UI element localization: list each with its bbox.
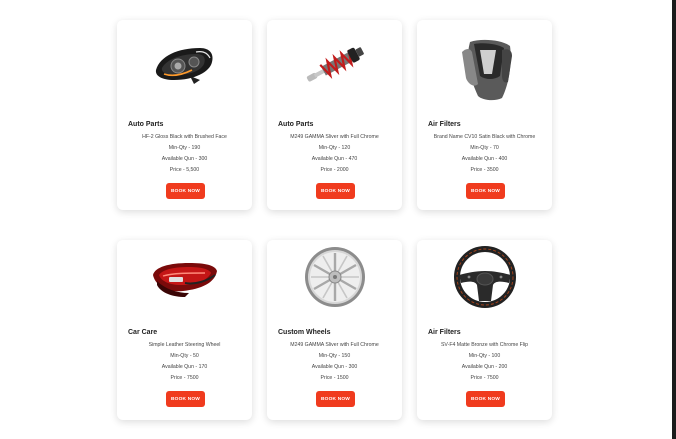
product-category: Air Filters <box>428 329 461 336</box>
window-edge <box>672 0 676 439</box>
product-min-qty: Min-Qty - 50 <box>170 353 199 359</box>
product-min-qty: Min-Qty - 70 <box>470 145 499 151</box>
headlight-icon <box>155 48 212 84</box>
product-available: Available Qun - 200 <box>461 364 508 370</box>
product-card: Custom Wheels M249 GAMMA Sliver with Ful… <box>267 240 402 420</box>
product-category: Air Filters <box>428 121 461 128</box>
product-price: Price - 7500 <box>470 375 499 381</box>
product-grid: Auto Parts HF-2 Gloss Black with Brushed… <box>117 20 552 420</box>
product-category: Custom Wheels <box>278 329 331 336</box>
product-name: Brand Name CV10 Satin Black with Chrome <box>433 134 536 140</box>
product-card: Air Filters SV-F4 Matte Bronze with Chro… <box>417 240 552 420</box>
product-image <box>417 244 552 310</box>
product-name: SV-F4 Matte Bronze with Chrome Flip <box>440 342 529 348</box>
product-price: Price - 2000 <box>320 167 349 173</box>
product-category: Car Care <box>128 329 158 336</box>
product-category: Auto Parts <box>278 121 314 128</box>
product-price: Price - 1500 <box>320 375 349 381</box>
product-image <box>417 34 552 106</box>
product-card: Auto Parts HF-2 Gloss Black with Brushed… <box>117 20 252 210</box>
book-now-button[interactable]: BOOK NOW <box>466 391 505 407</box>
product-image <box>267 244 402 310</box>
book-now-button[interactable]: BOOK NOW <box>466 183 505 199</box>
product-available: Available Qun - 170 <box>161 364 208 370</box>
product-name: Simple Leather Steering Wheel <box>148 342 221 348</box>
shock-absorber-icon <box>306 47 364 82</box>
hood-scoop-icon <box>461 39 512 101</box>
book-now-button[interactable]: BOOK NOW <box>316 183 355 199</box>
product-available: Available Qun - 300 <box>161 156 208 162</box>
product-available: Available Qun - 470 <box>311 156 358 162</box>
product-min-qty: Min-Qty - 190 <box>168 145 201 151</box>
steering-wheel-icon <box>453 246 516 308</box>
product-price: Price - 5,500 <box>169 167 200 173</box>
product-image <box>117 32 252 98</box>
product-available: Available Qun - 300 <box>311 364 358 370</box>
product-min-qty: Min-Qty - 100 <box>468 353 501 359</box>
product-image <box>267 32 402 98</box>
tail-light-icon <box>152 263 217 297</box>
product-card: Car Care Simple Leather Steering Wheel M… <box>117 240 252 420</box>
product-price: Price - 7500 <box>170 375 199 381</box>
product-name: M249 GAMMA Sliver with Full Chrome <box>290 342 379 348</box>
alloy-wheel-icon <box>304 247 365 307</box>
product-min-qty: Min-Qty - 150 <box>318 353 351 359</box>
book-now-button[interactable]: BOOK NOW <box>166 183 205 199</box>
product-image <box>117 244 252 310</box>
product-price: Price - 3500 <box>470 167 499 173</box>
product-card: Air Filters Brand Name CV10 Satin Black … <box>417 20 552 210</box>
product-name: HF-2 Gloss Black with Brushed Face <box>142 134 227 140</box>
book-now-button[interactable]: BOOK NOW <box>166 391 205 407</box>
product-available: Available Qun - 400 <box>461 156 508 162</box>
product-category: Auto Parts <box>128 121 164 128</box>
product-card: Auto Parts M249 GAMMA Sliver with Full C… <box>267 20 402 210</box>
product-name: M249 GAMMA Sliver with Full Chrome <box>290 134 379 140</box>
book-now-button[interactable]: BOOK NOW <box>316 391 355 407</box>
product-min-qty: Min-Qty - 120 <box>318 145 351 151</box>
